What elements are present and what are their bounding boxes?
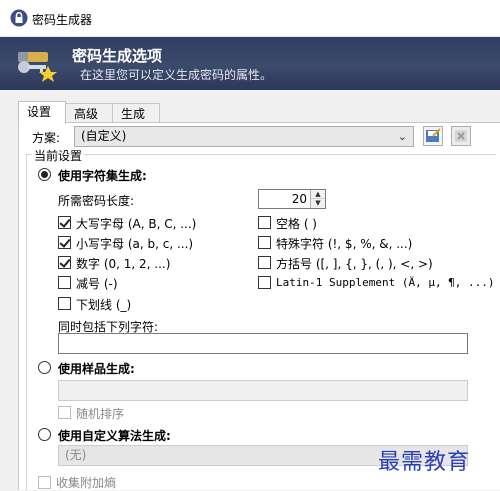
length-spin-buttons: ▲ ▼ — [310, 190, 325, 208]
custom-algo-value: (无) — [65, 448, 87, 462]
uppercase-label: 大写字母 (A, B, C, ...) — [76, 217, 197, 231]
special-checkbox[interactable] — [258, 236, 271, 249]
current-settings-label: 当前设置 — [32, 147, 85, 164]
entropy-label: 收集附加熵 — [56, 476, 117, 490]
random-order-label: 随机排序 — [76, 407, 125, 421]
profile-select[interactable]: (自定义) ⌄ — [74, 126, 414, 147]
spin-down-icon[interactable]: ▼ — [311, 199, 325, 208]
tab-generate[interactable]: 生成 — [112, 103, 160, 123]
minus-checkbox[interactable] — [58, 276, 71, 289]
tab-settings[interactable]: 设置 — [18, 101, 66, 124]
pattern-radio[interactable] — [38, 361, 51, 374]
lowercase-label: 小写字母 (a, b, c, ...) — [76, 237, 194, 251]
digits-checkbox[interactable] — [58, 256, 71, 269]
custom-algo-radio-label: 使用自定义算法生成: — [58, 429, 171, 443]
banner-title: 密码生成选项 — [72, 47, 163, 65]
space-label: 空格 ( ) — [276, 217, 317, 231]
delete-icon — [455, 130, 467, 142]
space-checkbox[interactable] — [258, 216, 271, 229]
title-bar: 密码生成器 — [0, 0, 500, 37]
banner-subtitle: 在这里您可以定义生成密码的属性。 — [80, 68, 273, 82]
profile-select-value: (自定义) — [81, 129, 127, 143]
digits-label: 数字 (0, 1, 2, ...) — [76, 257, 171, 271]
save-profile-button[interactable] — [423, 126, 443, 146]
spin-up-icon[interactable]: ▲ — [311, 190, 325, 199]
include-chars-input[interactable] — [58, 333, 468, 354]
brackets-label: 方括号 ([, ], {, }, (, ), <, >) — [276, 257, 433, 271]
random-order-checkbox[interactable] — [58, 406, 71, 419]
custom-algo-radio[interactable] — [38, 428, 51, 441]
profile-label: 方案: — [32, 131, 61, 145]
window-title: 密码生成器 — [32, 13, 93, 27]
lock-icon — [10, 9, 28, 27]
pattern-radio-label: 使用样品生成: — [58, 362, 135, 376]
underline-label: 下划线 (_) — [76, 298, 132, 312]
latin1-checkbox[interactable] — [258, 276, 271, 289]
latin1-label: Latin-1 Supplement (Ä, µ, ¶, ...) — [276, 276, 495, 289]
save-icon — [426, 128, 441, 142]
lowercase-checkbox[interactable] — [58, 236, 71, 249]
uppercase-checkbox[interactable] — [58, 216, 71, 229]
header-banner: 密码生成选项 在这里您可以定义生成密码的属性。 — [0, 37, 500, 90]
delete-profile-button[interactable] — [451, 126, 471, 146]
brackets-checkbox[interactable] — [258, 256, 271, 269]
entropy-checkbox[interactable] — [38, 476, 51, 489]
key-icon — [18, 52, 57, 82]
charset-radio-label: 使用字符集生成: — [58, 169, 147, 183]
length-stepper[interactable]: 20 ▲ ▼ — [258, 189, 326, 209]
charset-radio[interactable] — [38, 168, 51, 181]
pattern-input[interactable] — [58, 380, 468, 401]
tab-advanced[interactable]: 高级 — [65, 103, 113, 123]
special-label: 特殊字符 (!, $, %, &, ...) — [276, 237, 413, 251]
length-value: 20 — [291, 192, 307, 206]
watermark: 最需教育 — [378, 450, 471, 475]
minus-label: 减号 (-) — [76, 277, 118, 291]
underline-checkbox[interactable] — [58, 297, 71, 310]
chevron-down-icon: ⌄ — [397, 130, 407, 143]
length-label: 所需密码长度: — [58, 194, 135, 208]
